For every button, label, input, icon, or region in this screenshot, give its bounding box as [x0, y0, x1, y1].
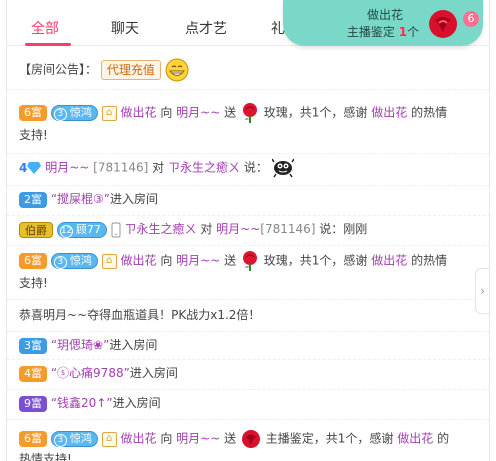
- room-notice: 【房间公告】： 代理充值: [7, 46, 489, 90]
- wealth-badge: 9富: [19, 395, 47, 412]
- username[interactable]: 做出花: [120, 432, 156, 446]
- username[interactable]: 做出花: [120, 254, 156, 268]
- gift-count-badge: 6: [463, 11, 479, 27]
- username[interactable]: 明月~~: [176, 254, 220, 268]
- user-id: [781146]: [93, 160, 149, 175]
- user-box-icon: ⌂: [101, 253, 117, 269]
- wealth-badge: 6富: [19, 253, 47, 269]
- level-badge: 12 顾77: [56, 221, 107, 238]
- chat-message: 6富 3 惊鸿 ⌂ 做出花 向 明月~~ 送 主播鉴定，共1个，感谢 做出花 的 …: [7, 420, 489, 461]
- username[interactable]: ㄗ永生之癒ㄨ: [168, 161, 240, 175]
- level-badge: 3 惊鸿: [50, 253, 98, 269]
- system-message: 恭喜明月~~夺得血瓶道具！PK战力x1.2倍！: [7, 300, 489, 332]
- username[interactable]: 做出花: [397, 432, 433, 446]
- chat-message: 4 明月~~ [781146] 对 ㄗ永生之癒ㄨ 说：: [7, 154, 489, 186]
- appraisal-gift-icon: [241, 430, 260, 448]
- gift-popup-name: 做出花: [366, 8, 403, 22]
- username[interactable]: “搅屎棍③”: [51, 192, 110, 206]
- user-box-icon: ⌂: [101, 105, 117, 121]
- rose-icon: [242, 251, 257, 271]
- chat-message: 伯爵 12 顾77 ㄗ永生之癒ㄨ 对 明月~~[781146] 说：刚刚: [7, 216, 489, 246]
- diamond-icon: [27, 162, 42, 174]
- username[interactable]: 明月~~: [216, 222, 260, 236]
- rose-icon: [429, 10, 457, 38]
- user-box-icon: ⌂: [101, 431, 117, 447]
- gift-notification[interactable]: 做出花 主播鉴定 1个 6: [283, 0, 483, 46]
- tab-all[interactable]: 全部: [31, 18, 59, 38]
- username[interactable]: “ⓢ心痛9788”: [51, 366, 130, 380]
- username[interactable]: 明月~~: [45, 161, 89, 175]
- wealth-badge: 4富: [19, 365, 47, 382]
- monster-emoji-icon: [271, 158, 294, 178]
- chat-message: 6富 3 惊鸿 ⌂ 做出花 向 明月~~ 送 玫瑰，共1个，感谢 做出花 的热情 …: [7, 246, 489, 300]
- chat-panel: 全部 聊天 点才艺 礼 做出花 主播鉴定 1个 6 【房间公告】： 代理充值 6…: [6, 0, 490, 461]
- username[interactable]: 做出花: [371, 254, 407, 268]
- tab-chat[interactable]: 聊天: [111, 18, 139, 38]
- phone-icon: [111, 222, 121, 237]
- diamond-level: 4: [19, 161, 42, 175]
- user-id: [781146]: [260, 222, 316, 236]
- chat-message: 4富 “ⓢ心痛9788”进入房间: [7, 360, 489, 390]
- wealth-badge: 2富: [19, 191, 47, 208]
- wealth-badge: 6富: [19, 431, 47, 447]
- wealth-badge: 6富: [19, 105, 47, 121]
- notice-tag[interactable]: 代理充值: [100, 60, 161, 80]
- noble-badge: 伯爵: [19, 221, 53, 238]
- username[interactable]: “钱鑫20↑”: [51, 396, 113, 410]
- level-badge: 3 惊鸿: [50, 431, 98, 447]
- rose-icon: [242, 103, 257, 123]
- username[interactable]: “玥偲琦❀”: [51, 338, 110, 352]
- tab-talent[interactable]: 点才艺: [185, 18, 227, 38]
- chat-message: 3富 “玥偲琦❀”进入房间: [7, 332, 489, 360]
- username[interactable]: 做出花: [371, 106, 407, 120]
- username[interactable]: 明月~~: [176, 106, 220, 120]
- grin-emoji-icon: [165, 58, 189, 82]
- chevron-right-icon[interactable]: ›: [475, 268, 489, 314]
- notice-label: 【房间公告】：: [19, 62, 98, 77]
- wealth-badge: 3富: [19, 337, 47, 354]
- chat-message: 6富 3 惊鸿 ⌂ 做出花 向 明月~~ 送 玫瑰，共1个，感谢 做出花 的热情 …: [7, 98, 489, 154]
- username[interactable]: 做出花: [120, 106, 156, 120]
- username[interactable]: ㄗ永生之癒ㄨ: [124, 222, 196, 236]
- chat-message: 2富 “搅屎棍③”进入房间: [7, 186, 489, 216]
- username[interactable]: 明月~~: [176, 432, 220, 446]
- level-badge: 3 惊鸿: [50, 105, 98, 121]
- chat-message: 9富 “钱鑫20↑”进入房间: [7, 390, 489, 420]
